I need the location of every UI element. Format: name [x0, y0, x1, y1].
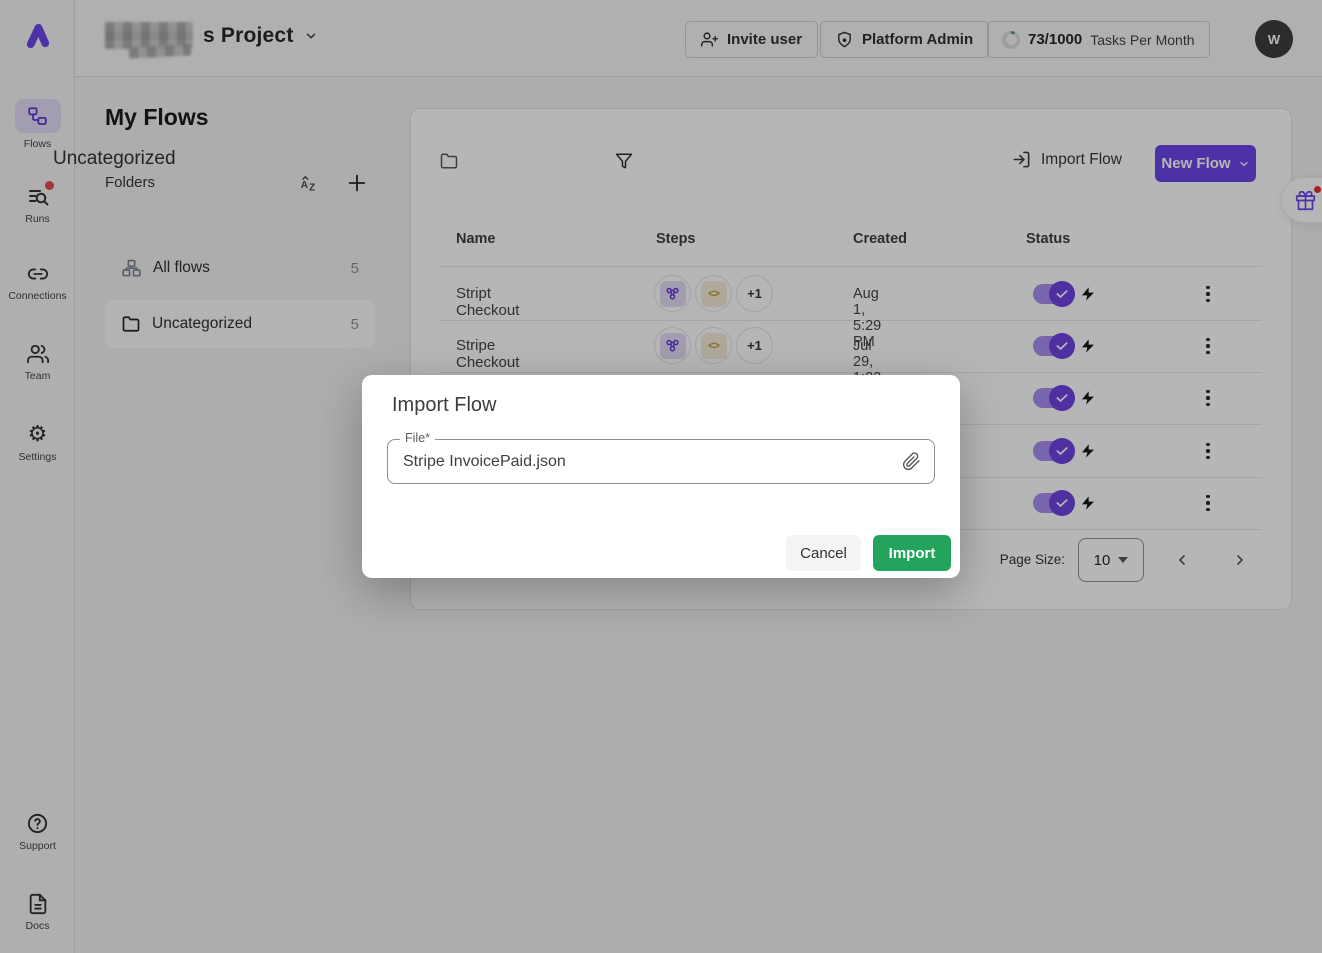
- paperclip-icon[interactable]: [902, 452, 921, 471]
- file-field[interactable]: File* Stripe InvoicePaid.json: [387, 439, 935, 484]
- cancel-button[interactable]: Cancel: [786, 535, 861, 571]
- file-field-value: Stripe InvoicePaid.json: [403, 440, 566, 483]
- import-button[interactable]: Import: [873, 535, 951, 571]
- dialog-title: Import Flow: [392, 394, 496, 417]
- import-flow-dialog: Import Flow File* Stripe InvoicePaid.jso…: [362, 375, 960, 578]
